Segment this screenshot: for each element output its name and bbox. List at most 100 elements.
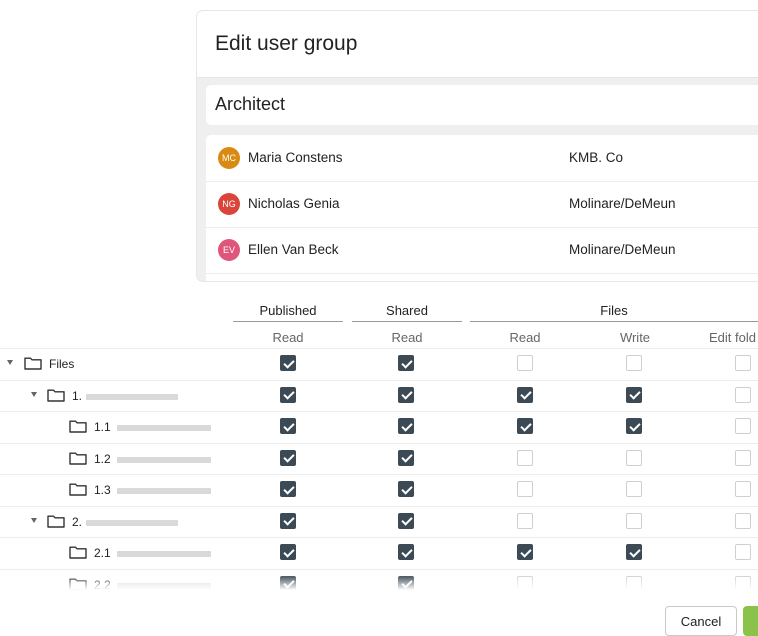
permission-checkbox[interactable] [280,512,296,529]
column-header-files-read: Read [509,330,541,345]
member-row[interactable]: EV Ellen Van Beck Molinare/DeMeun [206,227,758,274]
card-header: Edit user group [197,11,758,78]
permission-checkbox[interactable] [398,544,414,560]
permission-checkbox[interactable] [280,418,296,434]
row-divider [0,474,758,505]
divider [470,321,758,322]
permission-checkbox[interactable] [626,386,642,403]
scroll-fade [0,575,758,595]
permission-checkbox[interactable] [398,386,414,403]
permission-checkbox[interactable] [280,449,296,466]
permission-checkbox[interactable] [398,481,414,497]
member-list: MC Maria Constens KMB. Co NG Nicholas Ge… [206,135,758,281]
tree-row: Files [0,348,758,379]
caret-down-icon[interactable] [7,360,13,365]
permission-checkbox[interactable] [398,512,414,529]
permission-checkbox[interactable] [735,544,751,560]
permission-checkbox[interactable] [626,418,642,434]
permission-checkbox[interactable] [517,386,533,403]
folder-label[interactable]: 1.3 [94,483,111,497]
permission-checkbox[interactable] [517,418,533,434]
permission-checkbox[interactable] [280,481,296,497]
permission-checkbox[interactable] [398,355,414,371]
folder-icon [24,356,42,370]
row-divider [0,442,758,474]
member-row[interactable]: MC Maria Constens KMB. Co [206,135,758,182]
permission-checkbox[interactable] [735,481,751,497]
column-header-shared-read: Read [391,330,423,345]
permission-checkbox[interactable] [280,544,296,560]
permission-checkbox[interactable] [626,481,642,497]
permission-checkbox[interactable] [280,355,296,371]
folder-icon [47,388,65,402]
column-group-shared: Shared [386,303,428,318]
member-company: Molinare/DeMeun [569,196,676,211]
dialog-title: Edit user group [215,32,358,55]
folder-label[interactable]: 1.2 [94,452,111,466]
member-company: Molinare/DeMeun [569,242,676,257]
tree-row: 1.2 [0,442,758,474]
folder-icon [47,514,65,528]
permission-checkbox[interactable] [735,512,751,529]
member-name: Nicholas Genia [248,196,340,211]
folder-name-placeholder [117,488,211,494]
member-name: Maria Constens [248,150,343,165]
folder-label[interactable]: 2. [72,515,82,529]
permission-checkbox[interactable] [517,512,533,529]
folder-icon [69,545,87,559]
tree-row: 1.1 [0,411,758,442]
row-divider [0,348,758,379]
permission-checkbox[interactable] [280,386,296,403]
permission-checkbox[interactable] [735,449,751,466]
permission-checkbox[interactable] [517,355,533,371]
permission-checkbox[interactable] [735,418,751,434]
save-button[interactable] [743,606,758,636]
folder-name-placeholder [86,393,178,400]
caret-down-icon[interactable] [31,391,37,397]
member-name: Ellen Van Beck [248,242,339,257]
permission-checkbox[interactable] [517,481,533,497]
folder-icon [69,419,87,433]
folder-icon [69,482,87,496]
permission-checkbox[interactable] [517,449,533,466]
column-group-published: Published [259,303,317,318]
divider [352,321,462,322]
avatar: MC [218,147,240,169]
folder-name-placeholder [117,425,211,431]
permission-checkbox[interactable] [517,544,533,560]
row-divider [0,411,758,442]
member-row[interactable]: NG Nicholas Genia Molinare/DeMeun [206,181,758,228]
tree-row: 1.3 [0,474,758,505]
cancel-button[interactable]: Cancel [665,606,737,636]
permission-checkbox[interactable] [626,355,642,371]
dialog-footer [0,593,758,635]
column-header-published-read: Read [272,330,304,345]
permission-checkbox[interactable] [626,449,642,466]
permission-checkbox[interactable] [398,449,414,466]
folder-name-placeholder [117,456,211,463]
folder-name-placeholder [117,551,211,557]
folder-icon [69,451,87,465]
folder-label[interactable]: Files [49,357,74,371]
avatar: NG [218,193,240,215]
edit-user-group-card: Edit user group Architect MC Maria Const… [197,11,758,281]
row-divider [0,537,758,568]
permission-checkbox[interactable] [626,512,642,529]
member-company: KMB. Co [569,150,624,165]
permission-checkbox[interactable] [735,355,751,371]
avatar: EV [218,239,240,261]
divider [233,321,343,322]
column-group-files: Files [600,303,628,318]
permission-checkbox[interactable] [398,418,414,434]
folder-name-placeholder [86,519,178,526]
permission-checkbox[interactable] [735,386,751,403]
folder-label[interactable]: 1. [72,389,82,403]
group-name-field[interactable]: Architect [206,85,758,125]
column-header-edit-folder: Edit fold [709,330,756,345]
permission-checkbox[interactable] [626,544,642,560]
caret-down-icon[interactable] [31,517,37,523]
folder-label[interactable]: 1.1 [94,420,111,434]
column-header-files-write: Write [619,330,651,345]
group-name-value: Architect [215,94,286,114]
folder-label[interactable]: 2.1 [94,546,111,560]
